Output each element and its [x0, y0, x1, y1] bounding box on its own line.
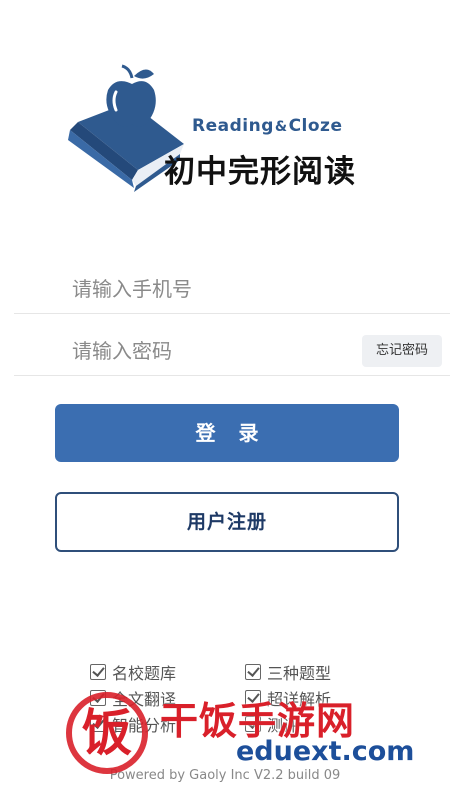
password-divider — [14, 375, 450, 376]
checkbox-icon — [245, 690, 261, 706]
feature-item: 测评 — [245, 712, 299, 736]
feature-item: 全文翻译 — [90, 686, 176, 710]
phone-field — [14, 264, 450, 314]
register-button[interactable]: 用户注册 — [55, 492, 399, 552]
brand-english-title: Reading&Cloze — [192, 116, 343, 136]
forgot-password-button[interactable]: 忘记密码 — [361, 335, 442, 367]
checkbox-icon — [245, 664, 261, 680]
feature-item: 智能分析 — [90, 712, 176, 736]
app-logo: Reading&Cloze 初中完形阅读 — [60, 58, 380, 198]
checkbox-icon — [90, 716, 106, 732]
feature-item: 三种题型 — [245, 660, 331, 684]
feature-item: 超详解析 — [245, 686, 331, 710]
password-input[interactable] — [72, 326, 332, 376]
feature-item: 名校题库 — [90, 660, 176, 684]
login-button[interactable]: 登 录 — [55, 404, 399, 462]
phone-input[interactable] — [72, 264, 332, 314]
checkbox-icon — [90, 664, 106, 680]
checkbox-icon — [90, 690, 106, 706]
brand-chinese-title: 初中完形阅读 — [164, 154, 356, 190]
password-field: 忘记密码 — [14, 326, 450, 376]
powered-by-footer: Powered by Gaoly Inc V2.2 build 09 — [109, 768, 341, 783]
watermark-site-url: eduext.com — [236, 736, 415, 767]
phone-divider — [14, 313, 450, 314]
checkbox-icon — [245, 716, 261, 732]
